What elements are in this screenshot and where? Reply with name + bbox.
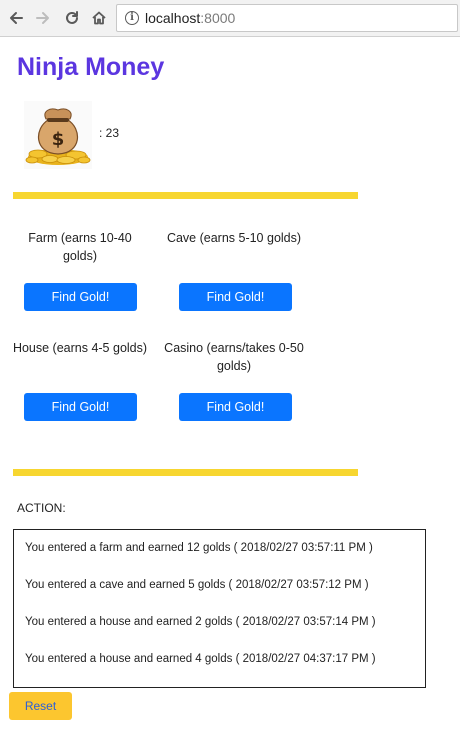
home-icon[interactable] xyxy=(88,7,110,29)
find-gold-house-button[interactable]: Find Gold! xyxy=(24,393,137,421)
reload-icon[interactable] xyxy=(61,7,83,29)
divider-bar xyxy=(13,192,358,199)
house-label: House (earns 4-5 golds) xyxy=(12,341,148,355)
find-gold-casino-button[interactable]: Find Gold! xyxy=(179,393,292,421)
farm-label: Farm (earns 10-40 golds) xyxy=(28,231,132,263)
find-gold-cave-button[interactable]: Find Gold! xyxy=(179,283,292,311)
address-bar[interactable]: i localhost:8000 xyxy=(116,4,458,32)
forward-arrow-icon[interactable] xyxy=(32,7,54,29)
url-host: localhost xyxy=(145,10,201,26)
reset-button[interactable]: Reset xyxy=(9,692,72,720)
casino-label: Casino (earns/takes 0-50 golds) xyxy=(164,341,304,373)
svg-text:$: $ xyxy=(52,129,65,150)
divider-bar xyxy=(13,469,358,476)
back-arrow-icon[interactable] xyxy=(5,7,27,29)
log-entry: You entered a cave and earned 5 golds ( … xyxy=(25,579,369,591)
info-icon[interactable]: i xyxy=(125,11,139,25)
activity-log[interactable]: You entered a farm and earned 12 golds (… xyxy=(13,529,426,688)
log-entry: You entered a house and earned 2 golds (… xyxy=(25,616,376,628)
url-port: :8000 xyxy=(200,10,236,26)
money-bag-icon: $ xyxy=(24,101,92,169)
log-entry: You entered a house and earned 4 golds (… xyxy=(25,653,376,665)
browser-toolbar: i localhost:8000 xyxy=(0,0,460,37)
gold-count: : 23 xyxy=(99,126,120,140)
cave-label: Cave (earns 5-10 golds) xyxy=(166,231,302,245)
log-entry: You entered a farm and earned 12 golds (… xyxy=(25,542,373,554)
find-gold-farm-button[interactable]: Find Gold! xyxy=(24,283,137,311)
activity-label: ACTION: xyxy=(17,501,66,515)
page-title: Ninja Money xyxy=(17,53,165,81)
